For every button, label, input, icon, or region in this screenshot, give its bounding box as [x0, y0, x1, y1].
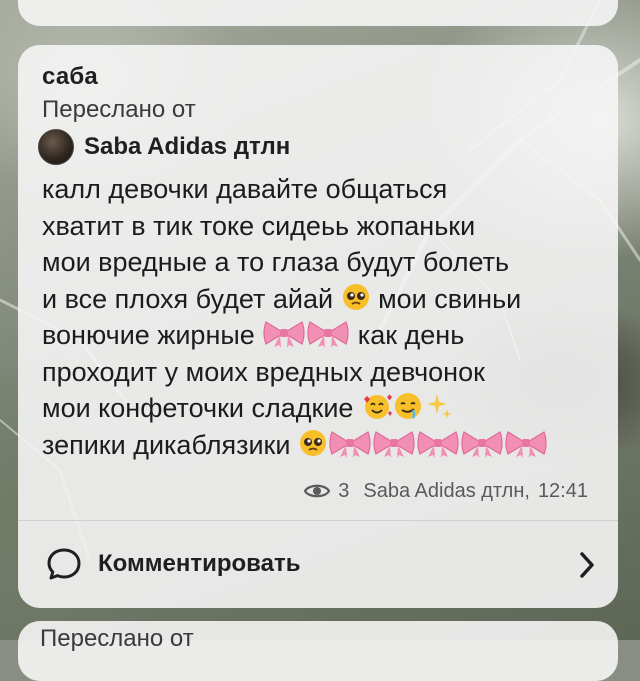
next-message-bubble[interactable]: Переслано от	[18, 621, 618, 681]
forward-source-name[interactable]: Saba Adidas дтлн	[84, 133, 290, 161]
next-forwarded-label: Переслано от	[40, 625, 194, 652]
message-line: мои конфеточки сладкие	[42, 390, 602, 427]
pink-bow-emoji	[372, 428, 416, 458]
message-text-segment: и все плохя будет айай	[42, 283, 341, 314]
message-text-segment: калл девочки давайте общаться	[42, 174, 448, 204]
pleading-face-emoji	[341, 282, 371, 312]
smiling-face-with-hearts-emoji	[361, 391, 393, 421]
comment-label: Комментировать	[98, 550, 301, 577]
post-meta: 3 Saba Adidas дтлн, 12:41	[304, 477, 588, 505]
message-line: и все плохя будет айай мои свиньи	[42, 281, 602, 318]
message-text-segment: зепики дикаблязики	[42, 429, 298, 460]
drooling-face-emoji	[393, 391, 423, 421]
forwarded-post-bubble[interactable]: саба Переслано от Saba Adidas дтлн калл …	[18, 45, 618, 608]
pleading-face-emoji	[298, 428, 328, 458]
eye-icon	[304, 484, 331, 498]
sparkles-emoji	[423, 391, 453, 421]
message-line: калл девочки давайте общаться	[42, 171, 602, 208]
pink-bow-emoji	[416, 428, 460, 458]
message-text-segment: мои вредные а то глаза будут болеть	[42, 247, 510, 277]
comment-bubble-icon	[47, 548, 81, 580]
view-count: 3	[338, 479, 350, 502]
pink-bow-emoji	[306, 318, 350, 348]
pink-bow-emoji	[328, 428, 372, 458]
chevron-right-icon	[580, 552, 594, 578]
previous-message-bubble[interactable]	[18, 0, 618, 26]
pink-bow-emoji	[460, 428, 504, 458]
post-signature: Saba Adidas дтлн,	[363, 479, 530, 502]
forwarded-from-label: Переслано от	[42, 96, 196, 123]
pink-bow-emoji	[262, 318, 306, 348]
message-text: калл девочки давайте общаться хватит в ти…	[42, 171, 602, 463]
message-line: мои вредные а то глаза будут болеть	[42, 244, 602, 281]
message-line: вонючие жирные как день	[42, 317, 602, 354]
comment-button[interactable]: Комментировать	[18, 521, 618, 607]
forward-source-avatar[interactable]	[38, 129, 74, 165]
message-line: проходит у моих вредных девчонок	[42, 354, 602, 391]
post-time: 12:41	[537, 479, 588, 502]
message-text-segment: вонючие жирные	[42, 320, 263, 350]
message-line: зепики дикаблязики	[42, 427, 602, 464]
message-text-segment: мои свиньи	[370, 283, 522, 314]
sender-name[interactable]: саба	[42, 63, 98, 91]
message-text-segment: как день	[350, 320, 465, 350]
message-text-segment: хватит в тик токе сидеьь жопаньки	[42, 210, 476, 241]
forward-source[interactable]: Saba Adidas дтлн	[38, 129, 290, 165]
message-line: хватит в тик токе сидеьь жопаньки	[42, 208, 602, 245]
message-text-segment: мои конфеточки сладкие	[42, 393, 361, 423]
pink-bow-emoji	[504, 428, 548, 458]
message-text-segment: проходит у моих вредных девчонок	[42, 356, 485, 387]
